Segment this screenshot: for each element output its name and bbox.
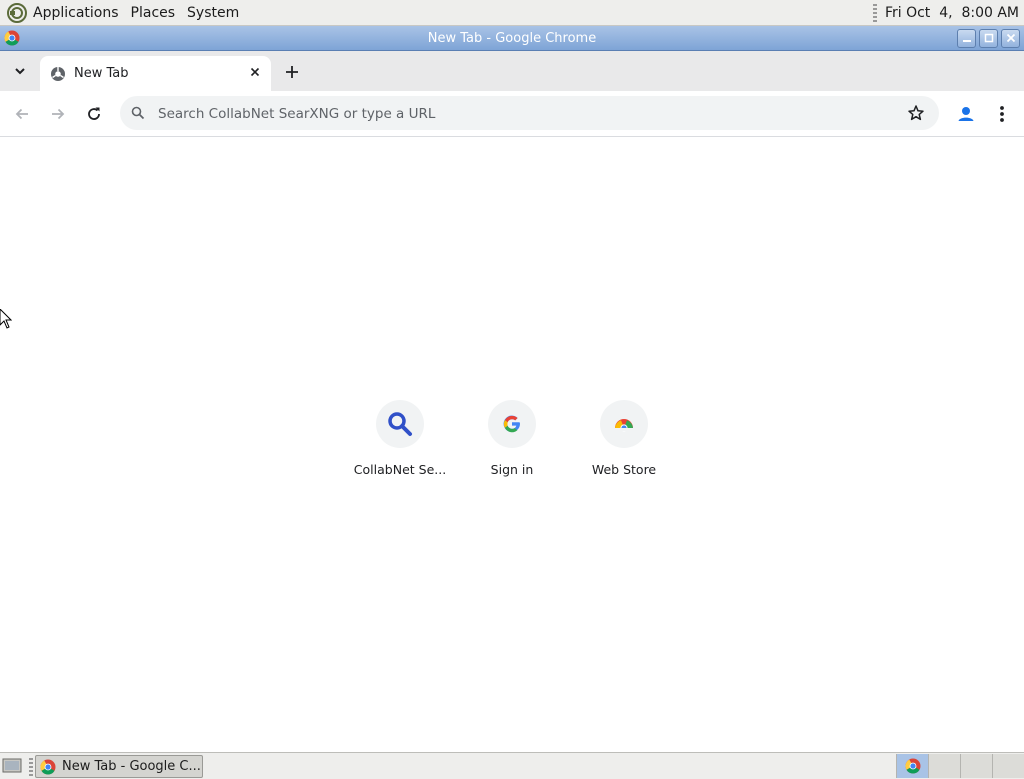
- minimize-button[interactable]: [957, 28, 976, 48]
- system-menu[interactable]: System: [187, 5, 239, 21]
- taskbar-window-button[interactable]: New Tab - Google C...: [35, 755, 203, 778]
- browser-toolbar: [0, 91, 1024, 137]
- bottom-taskbar: New Tab - Google C...: [0, 752, 1024, 779]
- close-icon: [250, 67, 260, 77]
- applications-menu[interactable]: Applications: [33, 5, 119, 21]
- omnibox[interactable]: [120, 96, 939, 130]
- reload-button[interactable]: [83, 103, 105, 125]
- shortcut-label: Web Store: [591, 462, 657, 477]
- forward-button[interactable]: [47, 103, 69, 125]
- shortcut-tile[interactable]: Web Store: [568, 400, 680, 488]
- shortcut-tile[interactable]: CollabNet Se...: [344, 400, 456, 488]
- panel-grip: [872, 3, 877, 22]
- chrome-icon: [40, 759, 56, 775]
- tab-new-tab[interactable]: New Tab: [40, 56, 271, 91]
- web-store-icon: [614, 419, 634, 432]
- shortcut-icon-circle: [600, 400, 648, 448]
- search-icon-wrap: [128, 103, 148, 123]
- tab-title: New Tab: [74, 66, 129, 81]
- close-icon: [1006, 33, 1015, 43]
- back-button[interactable]: [11, 103, 33, 125]
- plus-icon: [286, 66, 298, 78]
- workspace-2[interactable]: [928, 754, 960, 778]
- tab-search-button[interactable]: [9, 61, 31, 81]
- top-panel: Applications Places System Fri Oct 4, 8:…: [0, 0, 1024, 26]
- workspace-4[interactable]: [992, 754, 1024, 778]
- new-tab-button[interactable]: [282, 62, 302, 82]
- arrow-right-icon: [52, 108, 65, 120]
- magnifier-icon: [388, 412, 412, 436]
- gnome-foot-icon[interactable]: [7, 2, 27, 23]
- shortcut-label: Sign in: [490, 462, 534, 477]
- search-icon: [131, 106, 145, 120]
- taskbar-grip: [29, 758, 33, 776]
- workspace-3[interactable]: [960, 754, 992, 778]
- clock[interactable]: Fri Oct 4, 8:00 AM: [885, 5, 1019, 21]
- arrow-left-icon: [15, 108, 28, 120]
- tab-strip: New Tab: [0, 51, 1024, 91]
- chrome-newtab-icon: [51, 66, 65, 81]
- window-title: New Tab - Google Chrome: [427, 30, 597, 46]
- omnibox-input[interactable]: [156, 102, 890, 126]
- mouse-cursor-icon: [0, 309, 12, 329]
- more-menu-icon[interactable]: [992, 103, 1012, 125]
- maximize-button[interactable]: [979, 28, 998, 48]
- shortcut-icon-circle: [488, 400, 536, 448]
- show-desktop-icon[interactable]: [2, 757, 22, 775]
- close-window-button[interactable]: [1001, 28, 1020, 48]
- minimize-icon: [962, 40, 971, 42]
- taskbar-window-label: New Tab - Google C...: [62, 759, 201, 774]
- shortcut-tile[interactable]: Sign in: [456, 400, 568, 488]
- shortcut-icon-circle: [376, 400, 424, 448]
- places-menu[interactable]: Places: [131, 5, 176, 21]
- chevron-down-icon: [15, 68, 25, 75]
- window-titlebar[interactable]: New Tab - Google Chrome: [0, 26, 1024, 51]
- chrome-icon: [904, 758, 920, 774]
- google-g-icon: [503, 415, 520, 433]
- reload-icon: [88, 107, 100, 120]
- shortcut-label: CollabNet Se...: [353, 462, 447, 477]
- maximize-icon: [984, 33, 993, 43]
- tab-close-button[interactable]: [247, 64, 263, 80]
- profile-avatar-icon[interactable]: [955, 103, 977, 125]
- workspace-1[interactable]: [896, 754, 928, 778]
- bookmark-star-icon[interactable]: [907, 104, 925, 122]
- workspace-switcher: [896, 754, 1024, 778]
